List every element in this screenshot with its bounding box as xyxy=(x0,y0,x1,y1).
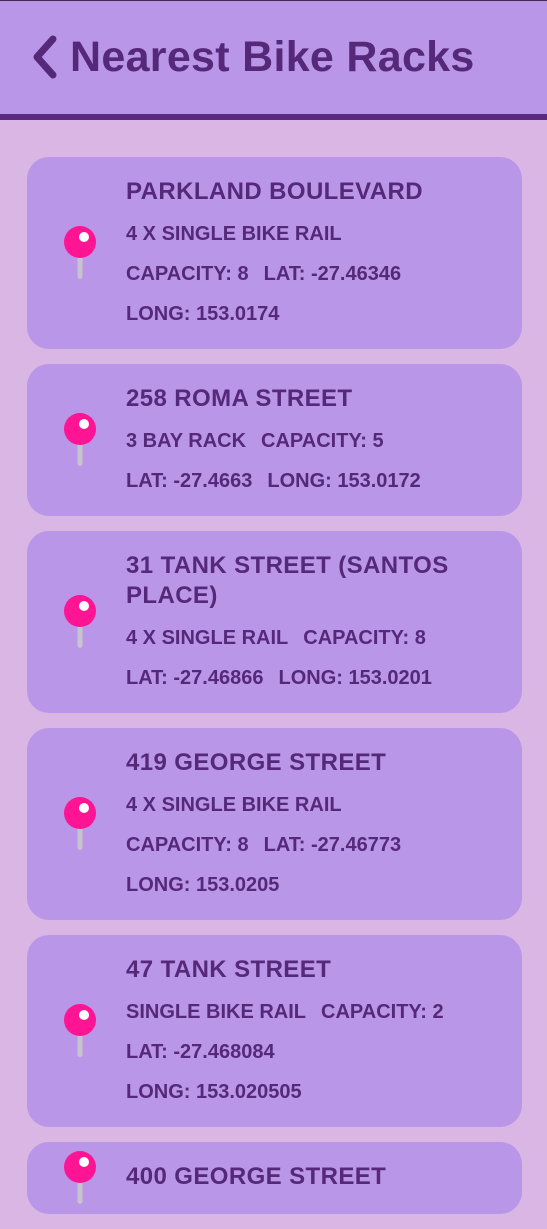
rack-info-field: LONG: 153.0172 xyxy=(267,470,421,492)
map-pin-icon xyxy=(62,225,98,281)
rack-info-line: 4 X SINGLE RAIL CAPACITY: 8 xyxy=(126,626,482,651)
rack-info-line: LAT: -27.46866 LONG: 153.0201 xyxy=(126,666,482,691)
rack-name: 400 GEORGE STREET xyxy=(126,1163,387,1190)
rack-info-field: LONG: 153.0174 xyxy=(126,303,280,325)
rack-info-line: LONG: 153.0174 xyxy=(126,302,482,327)
rack-name: 31 TANK STREET (SANTOS PLACE) xyxy=(126,552,449,609)
rack-info-field: CAPACITY: 8 xyxy=(126,834,249,856)
rack-name: PARKLAND BOULEVARD xyxy=(126,178,423,205)
map-pin-icon xyxy=(62,412,98,468)
rack-info-field: LONG: 153.0205 xyxy=(126,874,280,896)
page-title: Nearest Bike Racks xyxy=(70,33,475,81)
app-header: Nearest Bike Racks xyxy=(0,0,547,120)
rack-info-line: LONG: 153.020505 xyxy=(126,1080,482,1105)
bike-rack-card[interactable]: 47 TANK STREET SINGLE BIKE RAIL CAPACITY: … xyxy=(27,935,522,1127)
rack-info-field: 4 X SINGLE RAIL xyxy=(126,627,289,649)
rack-info-line: CAPACITY: 8 LAT: -27.46773 xyxy=(126,833,482,858)
rack-name: 47 TANK STREET xyxy=(126,956,332,983)
rack-info-line: SINGLE BIKE RAIL CAPACITY: 2 xyxy=(126,1000,482,1025)
rack-info-line: CAPACITY: 8 LAT: -27.46346 xyxy=(126,262,482,287)
rack-info-field: 3 BAY RACK xyxy=(126,430,247,452)
bike-rack-list: PARKLAND BOULEVARD 4 X SINGLE BIKE RAIL CA… xyxy=(27,157,522,1229)
map-pin-icon xyxy=(62,1003,98,1059)
rack-name: 258 ROMA STREET xyxy=(126,385,353,412)
rack-info-field: CAPACITY: 5 xyxy=(261,430,384,452)
map-pin-icon xyxy=(62,796,98,852)
rack-info-field: LAT: -27.4663 xyxy=(126,470,253,492)
rack-info-field: LONG: 153.0201 xyxy=(278,667,432,689)
rack-info-line: 4 X SINGLE BIKE RAIL xyxy=(126,793,482,818)
rack-info-field: LONG: 153.020505 xyxy=(126,1081,302,1103)
rack-info-line: LAT: -27.468084 xyxy=(126,1040,482,1065)
rack-info-field: CAPACITY: 8 xyxy=(303,627,426,649)
rack-info-field: 4 X SINGLE BIKE RAIL xyxy=(126,223,342,245)
rack-info-field: SINGLE BIKE RAIL xyxy=(126,1001,307,1023)
chevron-left-icon xyxy=(33,35,57,79)
back-button[interactable] xyxy=(24,31,64,83)
rack-info-field: 4 X SINGLE BIKE RAIL xyxy=(126,794,342,816)
bike-rack-card[interactable]: 258 ROMA STREET 3 BAY RACK CAPACITY: 5 LAT:… xyxy=(27,364,522,516)
rack-info-line: LAT: -27.4663 LONG: 153.0172 xyxy=(126,469,482,494)
bike-rack-card[interactable]: 400 GEORGE STREET xyxy=(27,1142,522,1214)
rack-info-line: 3 BAY RACK CAPACITY: 5 xyxy=(126,429,482,454)
rack-info-field: CAPACITY: 8 xyxy=(126,263,249,285)
rack-info-line: 4 X SINGLE BIKE RAIL xyxy=(126,222,482,247)
rack-info-line: LONG: 153.0205 xyxy=(126,873,482,898)
bike-rack-card[interactable]: 31 TANK STREET (SANTOS PLACE) 4 X SINGLE … xyxy=(27,531,522,713)
map-pin-icon xyxy=(62,594,98,650)
rack-info-field: CAPACITY: 2 xyxy=(321,1001,444,1023)
rack-info-field: LAT: -27.468084 xyxy=(126,1041,275,1063)
rack-info-field: LAT: -27.46346 xyxy=(263,263,402,285)
map-pin-icon xyxy=(62,1150,98,1206)
rack-info-field: LAT: -27.46773 xyxy=(263,834,402,856)
rack-info-field: LAT: -27.46866 xyxy=(126,667,264,689)
rack-name: 419 GEORGE STREET xyxy=(126,749,387,776)
bike-rack-card[interactable]: PARKLAND BOULEVARD 4 X SINGLE BIKE RAIL CA… xyxy=(27,157,522,349)
bike-rack-card[interactable]: 419 GEORGE STREET 4 X SINGLE BIKE RAIL CAP… xyxy=(27,728,522,920)
